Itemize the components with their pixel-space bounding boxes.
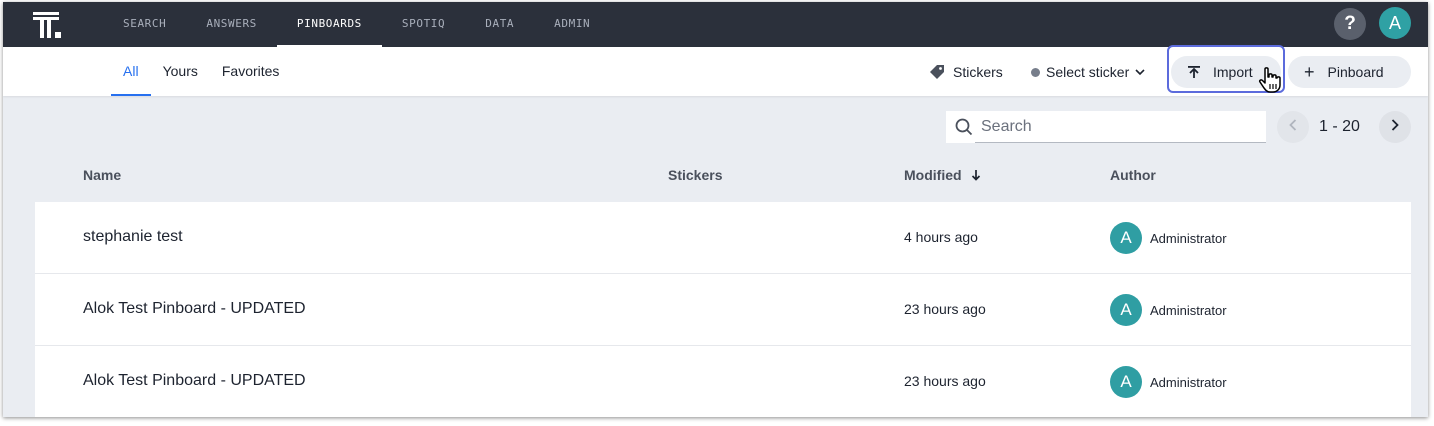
select-sticker-dropdown[interactable]: Select sticker xyxy=(1031,62,1145,82)
top-navbar: SEARCH ANSWERS PINBOARDS SPOTIQ DATA ADM… xyxy=(3,2,1428,47)
arrow-down-icon xyxy=(972,170,981,181)
modified-time: 23 hours ago xyxy=(904,301,986,317)
user-avatar[interactable]: A xyxy=(1379,7,1411,39)
author-name: Administrator xyxy=(1150,375,1227,390)
chevron-left-icon xyxy=(1289,119,1297,131)
column-header-stickers: Stickers xyxy=(668,167,723,183)
pinboard-name[interactable]: stephanie test xyxy=(83,228,183,246)
modified-time: 4 hours ago xyxy=(904,229,978,245)
pinboard-list: stephanie test 4 hours ago A Administrat… xyxy=(35,202,1411,417)
thoughtspot-logo-icon[interactable] xyxy=(31,10,63,40)
search-input[interactable] xyxy=(975,111,1266,143)
pinboard-name[interactable]: Alok Test Pinboard - UPDATED xyxy=(83,372,306,390)
search-box xyxy=(946,111,1266,143)
add-pinboard-button[interactable]: + Pinboard xyxy=(1288,56,1411,88)
import-label: Import xyxy=(1213,64,1253,80)
tab-all[interactable]: All xyxy=(111,47,151,96)
column-header-name[interactable]: Name xyxy=(83,167,121,183)
nav-pinboards[interactable]: PINBOARDS xyxy=(276,2,382,47)
column-header-modified-label: Modified xyxy=(904,167,962,183)
upload-icon xyxy=(1188,66,1200,78)
prev-page-button[interactable] xyxy=(1277,111,1309,143)
table-row[interactable]: Alok Test Pinboard - UPDATED 23 hours ag… xyxy=(35,346,1411,417)
page-range: 1 - 20 xyxy=(1319,118,1360,135)
nav-search[interactable]: SEARCH xyxy=(103,2,186,47)
author-name: Administrator xyxy=(1150,303,1227,318)
nav-answers[interactable]: ANSWERS xyxy=(186,2,277,47)
avatar: A xyxy=(1110,366,1142,398)
stickers-button[interactable]: Stickers xyxy=(929,62,1003,82)
pinboard-label: Pinboard xyxy=(1327,64,1384,80)
tab-yours[interactable]: Yours xyxy=(151,47,210,96)
nav-spotiq[interactable]: SPOTIQ xyxy=(382,2,465,47)
tab-favorites[interactable]: Favorites xyxy=(210,47,292,96)
pinboard-name[interactable]: Alok Test Pinboard - UPDATED xyxy=(83,300,306,318)
modified-time: 23 hours ago xyxy=(904,373,986,389)
author-name: Administrator xyxy=(1150,231,1227,246)
table-row[interactable]: stephanie test 4 hours ago A Administrat… xyxy=(35,202,1411,274)
sticker-dot-icon xyxy=(1031,67,1040,77)
plus-icon: + xyxy=(1304,62,1315,82)
avatar: A xyxy=(1110,222,1142,254)
table-row[interactable]: Alok Test Pinboard - UPDATED 23 hours ag… xyxy=(35,274,1411,346)
nav-data[interactable]: DATA xyxy=(465,2,534,47)
help-icon[interactable]: ? xyxy=(1334,8,1366,40)
app-window: SEARCH ANSWERS PINBOARDS SPOTIQ DATA ADM… xyxy=(3,2,1428,417)
hand-pointer-icon xyxy=(1259,67,1281,93)
column-header-modified[interactable]: Modified xyxy=(904,167,981,183)
chevron-right-icon xyxy=(1391,119,1399,131)
main-nav: SEARCH ANSWERS PINBOARDS SPOTIQ DATA ADM… xyxy=(103,2,610,47)
select-sticker-label: Select sticker xyxy=(1046,64,1130,80)
chevron-down-icon xyxy=(1135,68,1145,75)
column-header-author: Author xyxy=(1110,167,1156,183)
tag-icon xyxy=(930,65,944,79)
nav-admin[interactable]: ADMIN xyxy=(534,2,610,47)
next-page-button[interactable] xyxy=(1379,111,1411,143)
filter-tabs: All Yours Favorites xyxy=(111,47,291,96)
search-icon xyxy=(955,118,973,136)
stickers-label: Stickers xyxy=(953,64,1003,80)
avatar: A xyxy=(1110,294,1142,326)
